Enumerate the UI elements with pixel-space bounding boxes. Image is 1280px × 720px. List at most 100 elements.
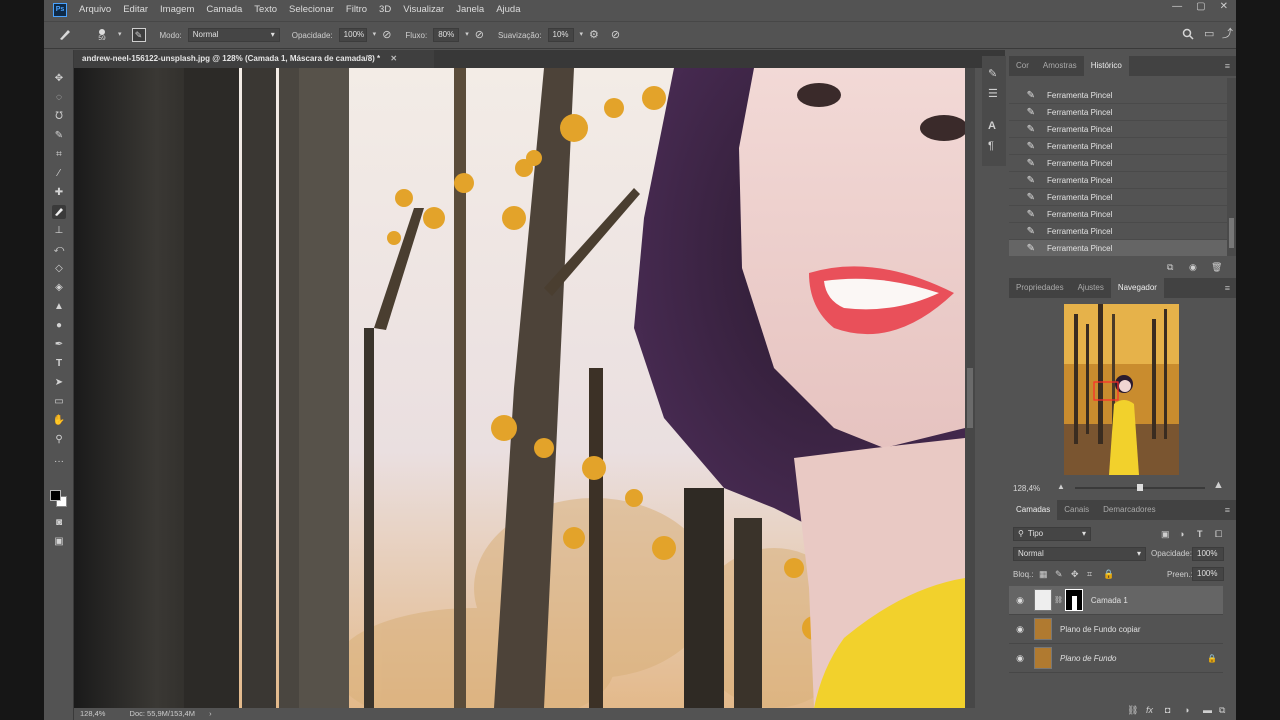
tab-cor[interactable]: Cor [1009, 56, 1036, 76]
history-item[interactable]: ✎ Ferramenta Pincel [1009, 104, 1227, 121]
share-icon[interactable]: ⤴ [1222, 28, 1233, 40]
crop-tool-icon[interactable]: ⌗ [52, 148, 66, 162]
history-item[interactable]: ✎ Ferramenta Pincel [1009, 206, 1227, 223]
screen-mode-icon[interactable]: ▣ [52, 535, 66, 549]
history-item[interactable]: ✎ Ferramenta Pincel [1009, 155, 1227, 172]
flow-field[interactable]: 80% [433, 28, 460, 42]
snapshot-camera-icon[interactable]: ◉ [1189, 261, 1197, 273]
menu-camada[interactable]: Camada [200, 0, 248, 20]
healing-brush-tool-icon[interactable]: ✚ [52, 186, 66, 200]
scrollbar-thumb[interactable] [967, 368, 973, 428]
visibility-eye-icon[interactable]: ◉ [1009, 624, 1031, 635]
menu-janela[interactable]: Janela [450, 0, 490, 20]
menu-filtro[interactable]: Filtro [340, 0, 373, 20]
tab-propriedades[interactable]: Propriedades [1009, 278, 1071, 298]
brush-tool-icon[interactable] [52, 205, 66, 219]
add-mask-icon[interactable]: ◘ [1165, 704, 1170, 716]
menu-selecionar[interactable]: Selecionar [283, 0, 340, 20]
hand-tool-icon[interactable]: ✋ [52, 414, 66, 428]
maximize-button[interactable]: ▢ [1196, 0, 1205, 14]
pressure-opacity-icon[interactable]: ⊘ [382, 29, 391, 41]
zoom-tool-icon[interactable]: ⚲ [52, 433, 66, 447]
history-item[interactable]: ✎ Ferramenta Pincel [1009, 172, 1227, 189]
brush-settings-icon[interactable]: ✎ [988, 68, 997, 80]
visibility-eye-icon[interactable]: ◉ [1009, 653, 1031, 664]
lock-position-icon[interactable]: ✥ [1071, 568, 1079, 580]
type-tool-icon[interactable]: T [52, 357, 66, 371]
move-tool-icon[interactable]: ✥ [52, 72, 66, 86]
history-item[interactable]: ✎ Ferramenta Pincel [1009, 189, 1227, 206]
smoothing-field[interactable]: 10% [547, 28, 574, 42]
eyedropper-tool-icon[interactable]: ⁄ [52, 167, 66, 181]
chevron-down-icon[interactable]: ▾ [373, 29, 377, 41]
menu-arquivo[interactable]: Arquivo [73, 0, 117, 20]
navigator-zoom-value[interactable]: 128,4% [1013, 484, 1040, 493]
close-icon[interactable]: ✕ [390, 54, 397, 63]
layer-filter-select[interactable]: ⚲ Tipo ▾ [1013, 527, 1091, 541]
zoom-in-icon[interactable]: ▲ [1213, 479, 1224, 491]
zoom-slider-thumb[interactable] [1137, 484, 1143, 491]
history-item-current[interactable]: ✎ Ferramenta Pincel [1009, 240, 1227, 256]
minimize-button[interactable]: — [1172, 0, 1182, 14]
menu-imagem[interactable]: Imagem [154, 0, 200, 20]
tab-demarcadores[interactable]: Demarcadores [1096, 500, 1162, 520]
path-select-tool-icon[interactable]: ➤ [52, 376, 66, 390]
navigator-thumbnail[interactable] [1064, 304, 1179, 475]
tab-amostras[interactable]: Amostras [1036, 56, 1084, 76]
history-item[interactable]: ✎ Ferramenta Pincel [1009, 223, 1227, 240]
marquee-tool-icon[interactable]: ◌ [52, 91, 66, 105]
opacity-field[interactable]: 100% [338, 28, 367, 42]
layer-row-selected[interactable]: ◉ ⛓ Camada 1 [1009, 586, 1223, 615]
artboard-icon[interactable]: ⌗ [1087, 568, 1092, 580]
close-window-button[interactable]: ✕ [1220, 0, 1228, 14]
tab-camadas[interactable]: Camadas [1009, 500, 1058, 520]
layer-row[interactable]: ◉ Plano de Fundo 🔒 [1009, 644, 1223, 673]
lasso-tool-icon[interactable]: ᘮ [52, 110, 66, 124]
adjustment-layer-icon[interactable]: ◑ [1184, 704, 1189, 716]
history-item[interactable]: ✎ Ferramenta Pincel [1009, 138, 1227, 155]
history-brush-tool-icon[interactable]: ⤺ [52, 243, 66, 257]
layer-name[interactable]: Plano de Fundo [1060, 654, 1117, 663]
clone-stamp-tool-icon[interactable]: ⊥ [52, 224, 66, 238]
menu-ajuda[interactable]: Ajuda [490, 0, 526, 20]
filter-pixel-icon[interactable]: ▣ [1161, 528, 1170, 540]
new-document-from-state-icon[interactable]: ⧉ [1167, 261, 1173, 273]
search-icon[interactable] [1182, 28, 1194, 43]
history-item[interactable]: ✎ Ferramenta Pincel [1009, 121, 1227, 138]
more-tools-icon[interactable]: ··· [52, 455, 66, 469]
panel-menu-icon[interactable]: ≡ [1225, 283, 1230, 293]
pressure-size-icon[interactable]: ⊘ [611, 29, 620, 41]
eraser-tool-icon[interactable]: ◇ [52, 262, 66, 276]
chevron-down-icon[interactable]: ▾ [580, 29, 584, 41]
menu-editar[interactable]: Editar [117, 0, 154, 20]
filter-shape-icon[interactable]: ⧠ [1215, 528, 1222, 540]
paragraph-icon[interactable]: ¶ [988, 140, 994, 152]
pen-tool-icon[interactable]: ✒ [52, 338, 66, 352]
layer-mask-thumbnail[interactable] [1064, 589, 1083, 611]
dodge-tool-icon[interactable]: ● [52, 319, 66, 333]
canvas-vertical-scrollbar[interactable] [965, 68, 975, 708]
link-chain-icon[interactable]: ⛓ [1054, 596, 1063, 604]
blur-tool-icon[interactable]: ▲ [52, 300, 66, 314]
menu-texto[interactable]: Texto [248, 0, 283, 20]
document-tab[interactable]: andrew-neel-156122-unsplash.jpg @ 128% (… [74, 50, 434, 68]
visibility-eye-icon[interactable]: ◉ [1009, 595, 1031, 606]
layer-name[interactable]: Camada 1 [1091, 596, 1128, 605]
tab-historico[interactable]: Histórico [1083, 56, 1129, 76]
status-zoom[interactable]: 128,4% [80, 709, 105, 718]
gear-icon[interactable]: ⚙ [589, 29, 599, 41]
new-group-icon[interactable]: ▬ [1203, 704, 1212, 716]
layer-style-fx-icon[interactable]: fx [1146, 704, 1153, 716]
zoom-slider[interactable] [1075, 484, 1205, 491]
zoom-out-icon[interactable]: ▲ [1057, 481, 1065, 493]
blend-mode-select[interactable]: Normal ▾ [1013, 547, 1146, 561]
filter-type-icon[interactable]: T [1197, 528, 1203, 540]
canvas[interactable] [74, 68, 965, 708]
trash-icon[interactable]: 🗑 [1211, 261, 1222, 273]
filter-adjustment-icon[interactable]: ◑ [1179, 528, 1184, 540]
tab-canais[interactable]: Canais [1057, 500, 1096, 520]
foreground-color-swatch[interactable] [50, 490, 61, 501]
menu-visualizar[interactable]: Visualizar [397, 0, 450, 20]
quick-select-tool-icon[interactable]: ✎ [52, 129, 66, 143]
scrollbar-thumb[interactable] [1229, 218, 1234, 248]
